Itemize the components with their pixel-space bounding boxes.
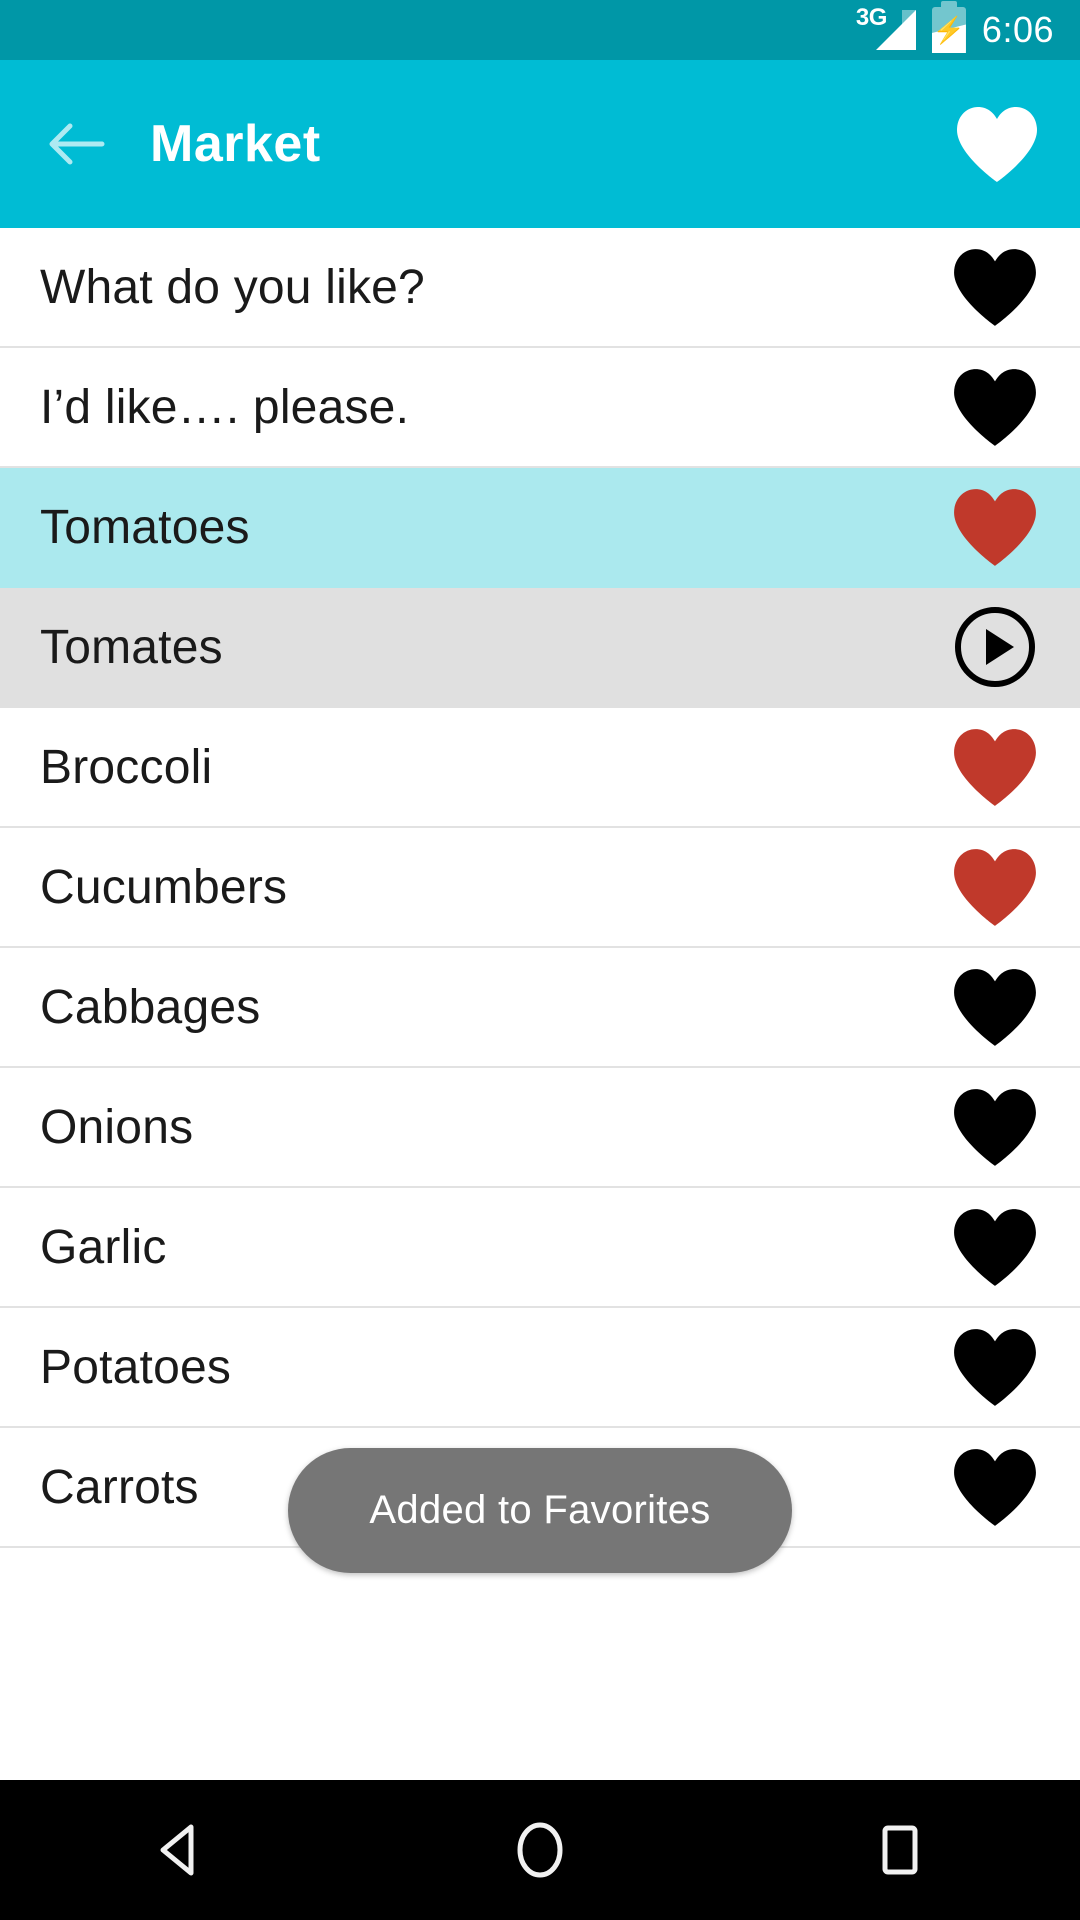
list-item[interactable]: Cucumbers — [0, 828, 1080, 948]
heart-filled-icon[interactable] — [950, 1444, 1040, 1530]
list-item-label: I’d like…. please. — [40, 380, 410, 434]
favorites-heart-icon[interactable] — [954, 104, 1040, 184]
list-item[interactable]: Tomatoes — [0, 468, 1080, 588]
list-item[interactable]: What do you like? — [0, 228, 1080, 348]
list-item[interactable]: Onions — [0, 1068, 1080, 1188]
list-item-label: Carrots — [40, 1460, 199, 1514]
back-arrow-icon[interactable] — [40, 109, 110, 179]
list-item-label: Potatoes — [40, 1340, 232, 1394]
play-circle-icon[interactable] — [950, 604, 1040, 690]
toast-notification: Added to Favorites — [288, 1448, 792, 1573]
signal-bars-icon: 3G — [856, 6, 916, 52]
app-bar: Market — [0, 60, 1080, 228]
list-item-label: Cabbages — [40, 980, 261, 1034]
heart-filled-icon[interactable] — [950, 1324, 1040, 1410]
list-viewport[interactable]: What do you like? I’d like…. please. Tomat… — [0, 228, 1080, 1920]
heart-filled-icon[interactable] — [950, 964, 1040, 1050]
list-item-label: Tomates — [40, 620, 223, 674]
nav-home-icon[interactable] — [360, 1780, 720, 1920]
list-item-label: Onions — [40, 1100, 194, 1154]
list-item[interactable]: Potatoes — [0, 1308, 1080, 1428]
list-item[interactable]: I’d like…. please. — [0, 348, 1080, 468]
nav-back-icon[interactable] — [0, 1780, 360, 1920]
heart-filled-icon[interactable] — [950, 844, 1040, 930]
battery-charging-icon: ⚡ — [931, 1, 966, 53]
list-item-label: Broccoli — [40, 740, 213, 794]
list-item-label: Garlic — [40, 1220, 167, 1274]
list-item[interactable]: Tomates — [0, 588, 1080, 708]
heart-filled-icon[interactable] — [950, 244, 1040, 330]
list-item[interactable]: Broccoli — [0, 708, 1080, 828]
heart-filled-icon[interactable] — [950, 724, 1040, 810]
heart-filled-icon[interactable] — [950, 1204, 1040, 1290]
heart-filled-icon[interactable] — [950, 484, 1040, 570]
heart-filled-icon[interactable] — [950, 1084, 1040, 1170]
toast-message: Added to Favorites — [369, 1488, 711, 1532]
heart-filled-icon[interactable] — [950, 364, 1040, 450]
list-item-label: Cucumbers — [40, 860, 288, 914]
android-navigation-bar — [0, 1780, 1080, 1920]
phrase-list[interactable]: What do you like? I’d like…. please. Tomat… — [0, 228, 1080, 1548]
list-item-label: Tomatoes — [40, 500, 250, 554]
list-item[interactable]: Garlic — [0, 1188, 1080, 1308]
page-title: Market — [150, 115, 321, 173]
status-bar: 3G ⚡ 6:06 — [0, 0, 1080, 60]
signal-triangle-dim — [901, 10, 916, 50]
status-bar-clock: 6:06 — [981, 9, 1054, 50]
battery-bolt: ⚡ — [932, 15, 966, 45]
phone-screen: 3G ⚡ 6:06 Market What do you like? I’d li… — [0, 0, 1080, 1920]
nav-recents-icon[interactable] — [720, 1780, 1080, 1920]
list-item[interactable]: Cabbages — [0, 948, 1080, 1068]
list-item-label: What do you like? — [40, 260, 425, 314]
